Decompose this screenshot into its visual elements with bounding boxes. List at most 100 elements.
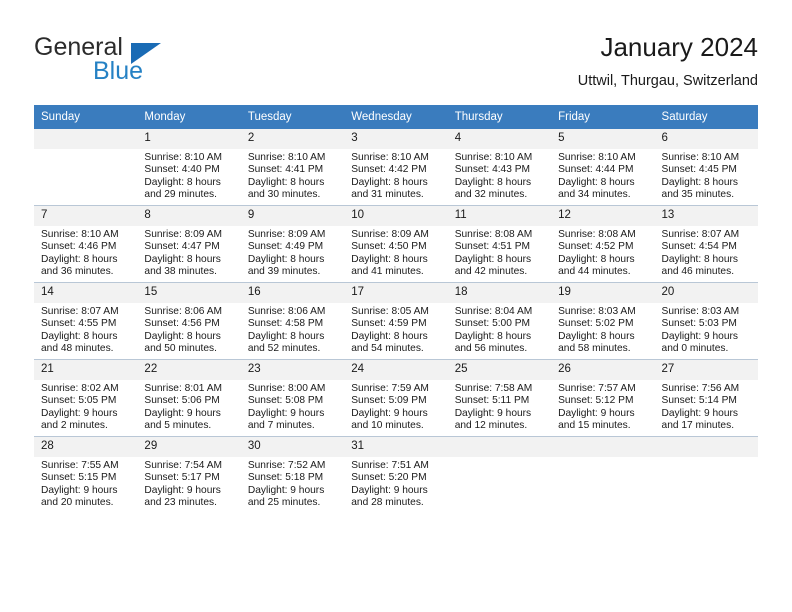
day-daylight-text: Daylight: 8 hours — [41, 330, 118, 342]
day-number: 15 — [137, 283, 241, 303]
day-sunrise-text: Sunrise: 7:59 AM — [351, 383, 429, 394]
calendar-day-cell[interactable]: 1 Sunrise: 8:10 AM Sunset: 4:40 PM Daylight… — [137, 129, 241, 206]
day-sunset-text: Sunset: 5:08 PM — [247, 395, 324, 407]
day-sunset-text: Sunset: 4:55 PM — [41, 318, 117, 330]
calendar-day-cell[interactable]: 10 Sunrise: 8:09 AM Sunset: 4:50 PM Dayligh… — [344, 205, 448, 283]
calendar-day-cell[interactable]: 15 Sunrise: 8:06 AM Sunset: 4:56 PM Dayligh… — [137, 282, 241, 360]
calendar-day-cell[interactable]: 26 Sunrise: 7:57 AM Sunset: 5:12 PM Dayligh… — [551, 359, 655, 437]
day-sunrise-text: Sunrise: 8:03 AM — [558, 306, 636, 317]
calendar-cell-empty — [551, 436, 655, 513]
calendar-day-cell[interactable]: 21 Sunrise: 8:02 AM Sunset: 5:05 PM Dayligh… — [34, 359, 138, 437]
calendar-week-row: 7 Sunrise: 8:10 AM Sunset: 4:46 PM Daylight… — [34, 205, 758, 283]
day-sun-info: Sunrise: 8:01 AM Sunset: 5:06 PM Daylight:… — [137, 380, 240, 433]
calendar-day-cell[interactable]: 2 Sunrise: 8:10 AM Sunset: 4:41 PM Daylight… — [240, 129, 345, 206]
calendar-day-cell[interactable]: 27 Sunrise: 7:56 AM Sunset: 5:14 PM Dayligh… — [654, 359, 758, 437]
day-sun-info: Sunrise: 7:51 AM Sunset: 5:20 PM Daylight:… — [344, 457, 447, 510]
day-sunset-text: Sunset: 4:44 PM — [558, 164, 634, 176]
day-sunset-text: Sunset: 4:51 PM — [454, 241, 531, 253]
calendar-day-cell[interactable]: 12 Sunrise: 8:08 AM Sunset: 4:52 PM Dayligh… — [551, 205, 655, 283]
day-daylight-text: and 31 minutes. — [351, 189, 424, 201]
day-sunrise-text: Sunrise: 7:55 AM — [41, 460, 119, 471]
day-sun-info: Sunrise: 8:06 AM Sunset: 4:56 PM Daylight:… — [137, 303, 240, 356]
day-daylight-text: Daylight: 9 hours — [351, 484, 428, 496]
day-number: 17 — [344, 283, 448, 303]
calendar-day-cell[interactable]: 7 Sunrise: 8:10 AM Sunset: 4:46 PM Daylight… — [34, 205, 138, 283]
calendar-day-cell[interactable]: 13 Sunrise: 8:07 AM Sunset: 4:54 PM Dayligh… — [654, 205, 758, 283]
day-sun-info: Sunrise: 7:54 AM Sunset: 5:17 PM Daylight:… — [137, 457, 240, 510]
day-sun-info: Sunrise: 8:09 AM Sunset: 4:49 PM Daylight:… — [241, 226, 344, 279]
calendar-day-cell[interactable]: 29 Sunrise: 7:54 AM Sunset: 5:17 PM Dayligh… — [137, 436, 241, 513]
day-sun-info: Sunrise: 8:04 AM Sunset: 5:00 PM Daylight:… — [448, 303, 551, 356]
day-sunrise-text: Sunrise: 7:52 AM — [247, 460, 326, 471]
calendar-day-cell[interactable]: 3 Sunrise: 8:10 AM Sunset: 4:42 PM Daylight… — [344, 129, 448, 206]
day-daylight-text: Daylight: 9 hours — [144, 407, 221, 419]
calendar-page: General Blue January 2024 Uttwil, Thurga… — [0, 0, 792, 612]
day-daylight-text: and 50 minutes. — [144, 343, 217, 355]
calendar-day-cell[interactable]: 18 Sunrise: 8:04 AM Sunset: 5:00 PM Dayligh… — [447, 282, 552, 360]
day-daylight-text: Daylight: 8 hours — [454, 253, 532, 265]
day-number: 27 — [654, 360, 758, 380]
day-daylight-text: Daylight: 9 hours — [661, 407, 738, 419]
page-subtitle: Uttwil, Thurgau, Switzerland — [577, 73, 758, 89]
calendar-day-cell[interactable]: 16 Sunrise: 8:06 AM Sunset: 4:58 PM Dayligh… — [240, 282, 345, 360]
day-sunrise-text: Sunrise: 7:51 AM — [351, 460, 429, 471]
calendar-day-cell[interactable]: 6 Sunrise: 8:10 AM Sunset: 4:45 PM Daylight… — [654, 129, 758, 206]
day-sunrise-text: Sunrise: 7:54 AM — [144, 460, 223, 471]
day-sunrise-text: Sunrise: 8:10 AM — [454, 152, 533, 163]
calendar-week-row: 14 Sunrise: 8:07 AM Sunset: 4:55 PM Dayligh… — [34, 282, 758, 360]
day-sun-info: Sunrise: 7:57 AM Sunset: 5:12 PM Daylight:… — [551, 380, 654, 433]
calendar-day-cell[interactable]: 5 Sunrise: 8:10 AM Sunset: 4:44 PM Daylight… — [551, 129, 655, 206]
day-sunrise-text: Sunrise: 8:10 AM — [144, 152, 223, 163]
day-sun-info: Sunrise: 8:10 AM Sunset: 4:40 PM Daylight:… — [137, 149, 240, 202]
calendar-day-cell[interactable]: 4 Sunrise: 8:10 AM Sunset: 4:43 PM Daylight… — [447, 129, 552, 206]
general-blue-logo[interactable]: General Blue — [34, 33, 254, 93]
day-daylight-text: Daylight: 8 hours — [144, 253, 221, 265]
day-number: 6 — [654, 129, 758, 149]
day-daylight-text: and 56 minutes. — [454, 343, 528, 355]
calendar-day-cell[interactable]: 11 Sunrise: 8:08 AM Sunset: 4:51 PM Dayligh… — [447, 205, 552, 283]
day-sun-info: Sunrise: 8:07 AM Sunset: 4:54 PM Daylight:… — [655, 226, 758, 279]
day-sunrise-text: Sunrise: 8:10 AM — [41, 229, 119, 240]
calendar-day-cell[interactable]: 8 Sunrise: 8:09 AM Sunset: 4:47 PM Daylight… — [137, 205, 241, 283]
calendar-day-cell[interactable]: 19 Sunrise: 8:03 AM Sunset: 5:02 PM Dayligh… — [551, 282, 655, 360]
day-sun-info: Sunrise: 7:55 AM Sunset: 5:15 PM Daylight:… — [34, 457, 137, 510]
day-daylight-text: and 34 minutes. — [558, 189, 631, 201]
calendar-day-cell[interactable]: 20 Sunrise: 8:03 AM Sunset: 5:03 PM Dayligh… — [654, 282, 758, 360]
day-daylight-text: and 48 minutes. — [41, 343, 114, 355]
day-number: 24 — [344, 360, 448, 380]
day-daylight-text: Daylight: 8 hours — [41, 253, 118, 265]
day-sunrise-text: Sunrise: 8:07 AM — [661, 229, 740, 240]
calendar-day-cell[interactable]: 23 Sunrise: 8:00 AM Sunset: 5:08 PM Dayligh… — [240, 359, 345, 437]
day-sunset-text: Sunset: 5:11 PM — [454, 395, 530, 407]
day-sunrise-text: Sunrise: 8:04 AM — [454, 306, 533, 317]
day-sun-info: Sunrise: 8:03 AM Sunset: 5:03 PM Daylight:… — [655, 303, 758, 356]
day-sunset-text: Sunset: 4:47 PM — [144, 241, 220, 253]
day-daylight-text: and 25 minutes. — [247, 497, 321, 509]
day-sunrise-text: Sunrise: 8:00 AM — [247, 383, 326, 394]
day-number: 4 — [447, 129, 552, 149]
calendar-day-cell[interactable]: 24 Sunrise: 7:59 AM Sunset: 5:09 PM Dayligh… — [344, 359, 448, 437]
calendar-day-cell[interactable]: 22 Sunrise: 8:01 AM Sunset: 5:06 PM Dayligh… — [137, 359, 241, 437]
calendar-day-cell[interactable]: 14 Sunrise: 8:07 AM Sunset: 4:55 PM Dayligh… — [34, 282, 138, 360]
logo-text-blue: Blue — [93, 57, 144, 85]
day-daylight-text: Daylight: 9 hours — [144, 484, 221, 496]
calendar-day-cell[interactable]: 9 Sunrise: 8:09 AM Sunset: 4:49 PM Daylight… — [240, 205, 345, 283]
calendar-day-cell[interactable]: 30 Sunrise: 7:52 AM Sunset: 5:18 PM Dayligh… — [240, 436, 345, 513]
calendar-day-cell[interactable]: 25 Sunrise: 7:58 AM Sunset: 5:11 PM Dayligh… — [447, 359, 552, 437]
calendar-day-cell[interactable]: 31 Sunrise: 7:51 AM Sunset: 5:20 PM Dayligh… — [344, 436, 448, 513]
day-daylight-text: Daylight: 8 hours — [558, 176, 635, 188]
calendar-day-cell[interactable]: 28 Sunrise: 7:55 AM Sunset: 5:15 PM Dayligh… — [34, 436, 138, 513]
day-sunrise-text: Sunrise: 8:09 AM — [351, 229, 429, 240]
day-sunset-text: Sunset: 5:18 PM — [247, 472, 324, 484]
day-number: 12 — [551, 206, 655, 226]
day-daylight-text: Daylight: 9 hours — [558, 407, 635, 419]
day-daylight-text: Daylight: 8 hours — [351, 253, 428, 265]
day-sunset-text: Sunset: 5:09 PM — [351, 395, 427, 407]
day-number: 1 — [137, 129, 241, 149]
day-sun-info: Sunrise: 7:58 AM Sunset: 5:11 PM Daylight:… — [448, 380, 551, 433]
day-sun-info: Sunrise: 8:02 AM Sunset: 5:05 PM Daylight:… — [34, 380, 137, 433]
calendar-day-cell[interactable]: 17 Sunrise: 8:05 AM Sunset: 4:59 PM Dayligh… — [344, 282, 448, 360]
day-number: 10 — [344, 206, 448, 226]
day-daylight-text: Daylight: 9 hours — [351, 407, 428, 419]
day-daylight-text: and 20 minutes. — [41, 497, 114, 509]
